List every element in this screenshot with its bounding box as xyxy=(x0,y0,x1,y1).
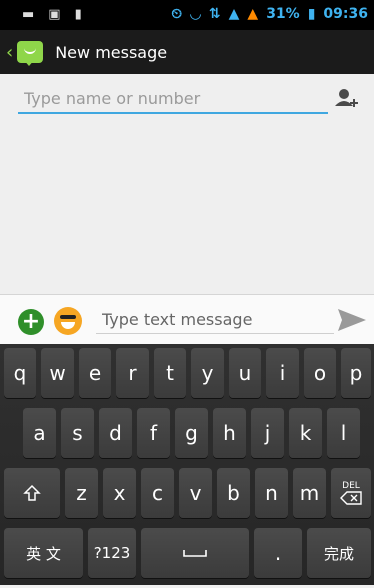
sd-card-icon: ▮ xyxy=(74,7,82,22)
space-icon xyxy=(183,550,207,557)
status-bar: ▬ ▣ ▮ ⏲ ◡ ⇅ ▲ ▲ 31% ▮ 09:36 xyxy=(0,0,374,30)
language-key[interactable]: 英 文 xyxy=(4,528,83,578)
key-s[interactable]: s xyxy=(61,408,94,458)
key-w[interactable]: w xyxy=(41,348,74,398)
recipient-input[interactable] xyxy=(18,84,328,114)
battery-percent: 31% xyxy=(266,6,300,22)
key-g[interactable]: g xyxy=(175,408,208,458)
delete-key[interactable]: DEL xyxy=(331,468,371,518)
delete-key-label: DEL xyxy=(342,481,360,491)
backspace-icon xyxy=(340,491,362,505)
status-right-icons: ⏲ ◡ ⇅ ▲ ▲ 31% ▮ 09:36 xyxy=(171,6,368,22)
keyboard-row-1: q w e r t y u i o p xyxy=(0,348,374,408)
key-k[interactable]: k xyxy=(289,408,322,458)
key-p[interactable]: p xyxy=(341,348,371,398)
key-m[interactable]: m xyxy=(293,468,326,518)
symbols-key[interactable]: ?123 xyxy=(88,528,136,578)
shift-key[interactable] xyxy=(4,468,60,518)
usb-icon: ▬ xyxy=(22,7,35,22)
emoji-icon[interactable] xyxy=(54,307,82,335)
data-icon: ⇅ xyxy=(208,6,221,22)
action-bar: ‹ New message xyxy=(0,30,374,74)
keyboard-row-3: z x c v b n m DEL xyxy=(0,468,374,528)
key-v[interactable]: v xyxy=(179,468,212,518)
send-icon[interactable] xyxy=(336,307,368,333)
key-c[interactable]: c xyxy=(141,468,174,518)
key-f[interactable]: f xyxy=(137,408,170,458)
space-key[interactable] xyxy=(141,528,249,578)
done-key[interactable]: 完成 xyxy=(307,528,371,578)
key-d[interactable]: d xyxy=(99,408,132,458)
key-j[interactable]: j xyxy=(251,408,284,458)
key-q[interactable]: q xyxy=(4,348,36,398)
key-t[interactable]: t xyxy=(154,348,186,398)
image-icon: ▣ xyxy=(48,7,61,22)
soft-keyboard: q w e r t y u i o p a s d f g h j k l z … xyxy=(0,344,374,585)
signal-icon-2: ▲ xyxy=(247,6,259,22)
key-u[interactable]: u xyxy=(229,348,261,398)
key-i[interactable]: i xyxy=(266,348,299,398)
alarm-icon: ⏲ xyxy=(171,6,183,22)
key-e[interactable]: e xyxy=(79,348,111,398)
back-chevron-icon[interactable]: ‹ xyxy=(6,42,13,63)
battery-icon: ▮ xyxy=(307,6,316,22)
key-h[interactable]: h xyxy=(213,408,246,458)
keyboard-row-2: a s d f g h j k l xyxy=(0,408,374,468)
signal-icon-1: ▲ xyxy=(228,6,240,22)
shift-icon xyxy=(23,484,41,501)
period-key[interactable]: . xyxy=(254,528,302,578)
clock: 09:36 xyxy=(323,6,368,22)
compose-bar: + xyxy=(0,294,374,345)
messaging-app-icon[interactable] xyxy=(17,41,44,66)
key-n[interactable]: n xyxy=(255,468,288,518)
page-title: New message xyxy=(55,42,168,62)
key-y[interactable]: y xyxy=(191,348,224,398)
add-contact-icon[interactable] xyxy=(334,88,358,110)
status-left-icons: ▬ ▣ ▮ xyxy=(22,8,82,22)
key-l[interactable]: l xyxy=(327,408,360,458)
attach-plus-icon[interactable]: + xyxy=(18,309,44,335)
key-z[interactable]: z xyxy=(65,468,98,518)
key-r[interactable]: r xyxy=(116,348,149,398)
keyboard-row-4: 英 文 ?123 . 完成 xyxy=(0,528,374,588)
message-input[interactable] xyxy=(96,305,334,334)
key-o[interactable]: o xyxy=(304,348,336,398)
key-x[interactable]: x xyxy=(103,468,136,518)
key-b[interactable]: b xyxy=(217,468,250,518)
wifi-icon: ◡ xyxy=(190,6,201,22)
key-a[interactable]: a xyxy=(23,408,56,458)
